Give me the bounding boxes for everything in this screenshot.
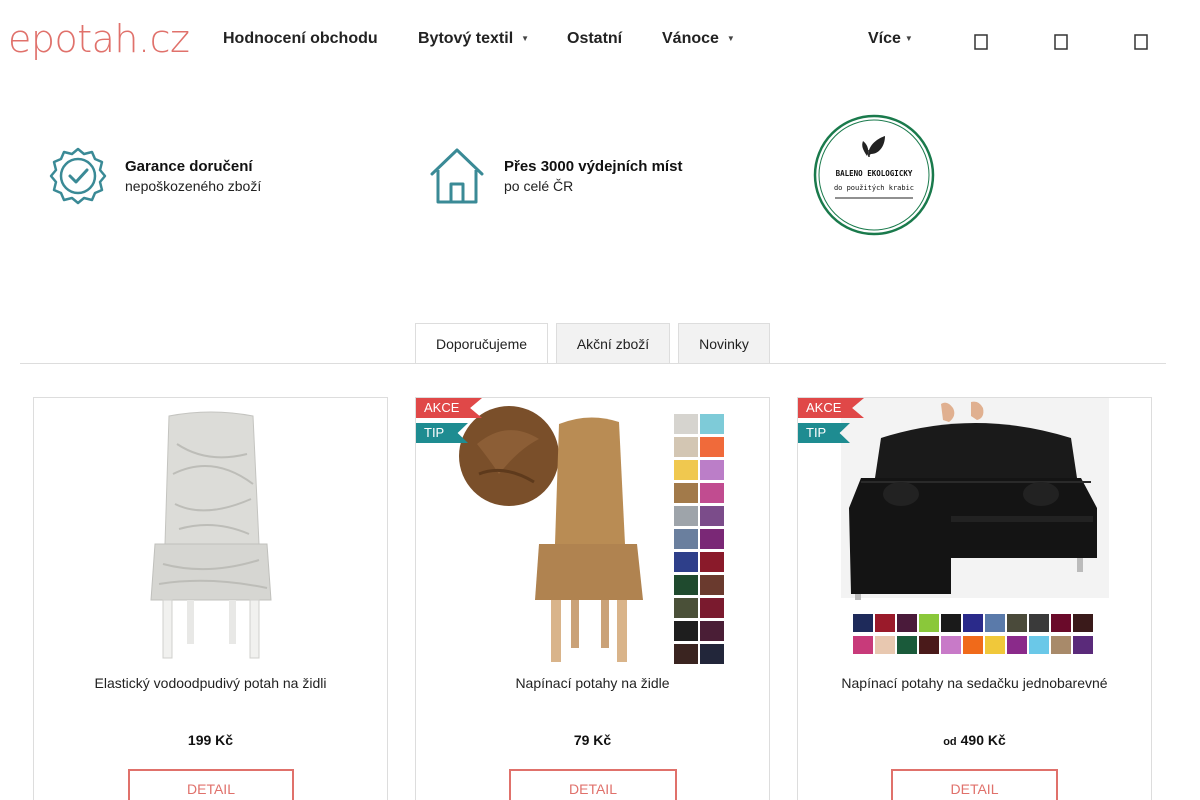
badge-check-icon — [48, 146, 108, 206]
product-card[interactable]: AKCE TIP Napínací potahy na židle 79 Kč … — [415, 397, 770, 800]
site-header: epotah.cz Hodnocení obchodu Bytový texti… — [0, 0, 1200, 80]
detail-button[interactable]: DETAIL — [509, 769, 677, 800]
tab-label[interactable]: Akční zboží — [577, 336, 649, 352]
product-image-sofa-black[interactable] — [841, 398, 1109, 664]
benefit-pickup-points: Přes 3000 výdejních míst po celé ČR — [428, 146, 682, 206]
benefit-delivery: Garance doručení nepoškozeného zboží — [48, 146, 261, 206]
user-icon[interactable] — [1053, 32, 1069, 52]
tab-doporucujeme[interactable]: Doporučujeme — [415, 323, 548, 364]
product-image-chair-beige[interactable] — [459, 404, 727, 664]
tab-akcni-zbozi[interactable]: Akční zboží — [556, 323, 670, 363]
nav-item-label[interactable]: Hodnocení obchodu — [223, 30, 378, 47]
chevron-down-icon: ▼ — [904, 34, 913, 44]
benefit-subtitle: po celé ČR — [504, 178, 574, 194]
nav-item-hodnoceni[interactable]: Hodnocení obchodu — [223, 30, 378, 48]
nav-item-vanoce[interactable]: Vánoce ▼ — [662, 30, 735, 48]
logo-text[interactable]: epotah.cz — [8, 17, 190, 61]
logo[interactable]: epotah.cz — [8, 14, 190, 64]
product-price: 199 Kč — [34, 732, 387, 748]
product-price: od 490 Kč — [798, 732, 1151, 748]
product-name[interactable]: Napínací potahy na sedačku jednobarevné — [798, 675, 1151, 691]
detail-button[interactable]: DETAIL — [891, 769, 1058, 800]
benefit-subtitle: nepoškozeného zboží — [125, 178, 262, 194]
tab-label[interactable]: Novinky — [699, 336, 749, 352]
nav-item-bytovy-textil[interactable]: Bytový textil ▼ — [418, 30, 529, 48]
nav-item-ostatni[interactable]: Ostatní — [567, 30, 622, 48]
nav-item-label[interactable]: Vánoce — [662, 30, 719, 47]
chevron-down-icon: ▼ — [521, 34, 530, 44]
eco-badge-line1: BALENO EKOLOGICKY — [836, 169, 913, 178]
product-price: 79 Kč — [416, 732, 769, 748]
product-name[interactable]: Napínací potahy na židle — [416, 675, 769, 691]
tab-label[interactable]: Doporučujeme — [436, 336, 527, 352]
tabs-divider — [20, 363, 1166, 364]
eco-badge-line2: do použitých krabic — [834, 184, 914, 192]
nav-item-label[interactable]: Více — [868, 30, 901, 47]
benefit-title: Garance doručení — [125, 158, 253, 175]
house-icon — [428, 146, 486, 206]
product-card[interactable]: Elastický vodoodpudivý potah na židli 19… — [33, 397, 388, 800]
product-name[interactable]: Elastický vodoodpudivý potah na židli — [34, 675, 387, 691]
nav-item-label[interactable]: Ostatní — [567, 30, 622, 47]
tab-novinky[interactable]: Novinky — [678, 323, 770, 363]
chevron-down-icon: ▼ — [726, 34, 735, 44]
nav-item-label[interactable]: Bytový textil — [418, 30, 513, 47]
benefit-text: Garance doručení nepoškozeného zboží — [125, 157, 261, 195]
benefit-text: Přes 3000 výdejních míst po celé ČR — [504, 157, 682, 195]
benefit-title: Přes 3000 výdejních míst — [504, 158, 683, 175]
eco-packaging-badge: BALENO EKOLOGICKY do použitých krabic — [813, 114, 935, 236]
product-price-value: 79 Kč — [573, 732, 612, 748]
product-card[interactable]: AKCE TIP Napínací potahy na sedačku jedn… — [797, 397, 1152, 800]
detail-button[interactable]: DETAIL — [128, 769, 294, 800]
search-icon[interactable] — [973, 32, 989, 52]
product-image-chair-white[interactable] — [77, 404, 345, 664]
price-prefix: od — [943, 736, 957, 748]
cart-icon[interactable] — [1133, 32, 1149, 52]
product-price-value: 490 Kč — [960, 732, 1006, 748]
product-price-value: 199 Kč — [187, 732, 234, 748]
nav-item-vice[interactable]: Více ▼ — [868, 30, 913, 48]
